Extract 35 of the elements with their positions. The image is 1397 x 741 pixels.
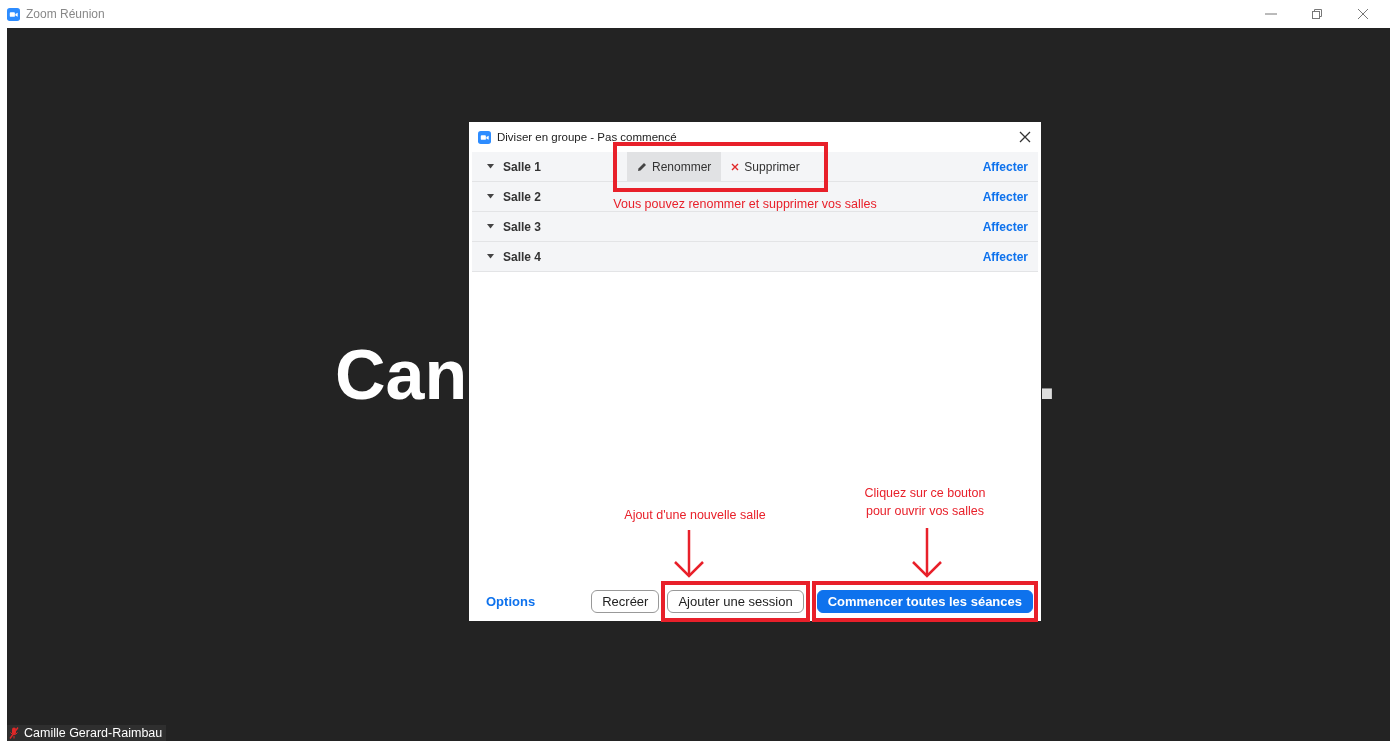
room-name: Salle 2 — [503, 189, 542, 204]
start-button[interactable]: Commencer toutes les séances — [816, 589, 1033, 613]
caret-icon[interactable] — [487, 254, 494, 259]
assign-link[interactable]: Affecter — [982, 219, 1028, 234]
restore-icon[interactable] — [1311, 8, 1323, 20]
rename-button[interactable]: Renommer — [627, 152, 722, 181]
caret-icon[interactable] — [487, 224, 494, 229]
name-tag: Camille Gerard-Raimbau — [7, 725, 167, 741]
annotation-text: Vous pouvez renommer et supprimer vos salles — [612, 197, 878, 211]
session-button[interactable]: Recréer — [591, 589, 660, 613]
window-title: Zoom Réunion — [26, 7, 105, 21]
pencil-icon — [637, 161, 647, 172]
close-icon[interactable] — [1019, 131, 1031, 143]
room-row[interactable]: Salle 3 Affecter — [472, 212, 1038, 242]
room-row[interactable]: Salle 4 Affecter — [472, 242, 1038, 272]
caret-icon[interactable] — [487, 194, 494, 199]
assign-link[interactable]: Affecter — [982, 249, 1028, 264]
cross-icon — [731, 162, 740, 171]
zoom-logo-icon — [7, 7, 20, 21]
participant-name: . — [1037, 340, 1057, 410]
room-name: Salle 3 — [503, 219, 542, 234]
room-name: Salle 1 — [503, 159, 542, 174]
participant-name: Can — [335, 340, 468, 410]
caret-icon[interactable] — [487, 164, 494, 169]
zoom-logo-icon — [478, 130, 491, 144]
dialog-title: Diviser en groupe - Pas commencé — [497, 131, 677, 143]
annotation-text: Cliquez sur ce bouton pour ouvrir vos salles — [863, 485, 987, 520]
options-link[interactable]: Options — [486, 593, 536, 609]
room-name: Salle 4 — [503, 249, 542, 264]
assign-link[interactable]: Affecter — [982, 159, 1028, 174]
assign-link[interactable]: Affecter — [982, 189, 1028, 204]
delete-button[interactable]: Supprimer — [721, 152, 810, 181]
session-button[interactable]: Ajouter une session — [667, 589, 804, 613]
room-row[interactable]: Salle 1 Renommer Supprimer Affecter — [472, 152, 1038, 182]
annotation-text: Ajout d'une nouvelle salle — [623, 507, 767, 524]
